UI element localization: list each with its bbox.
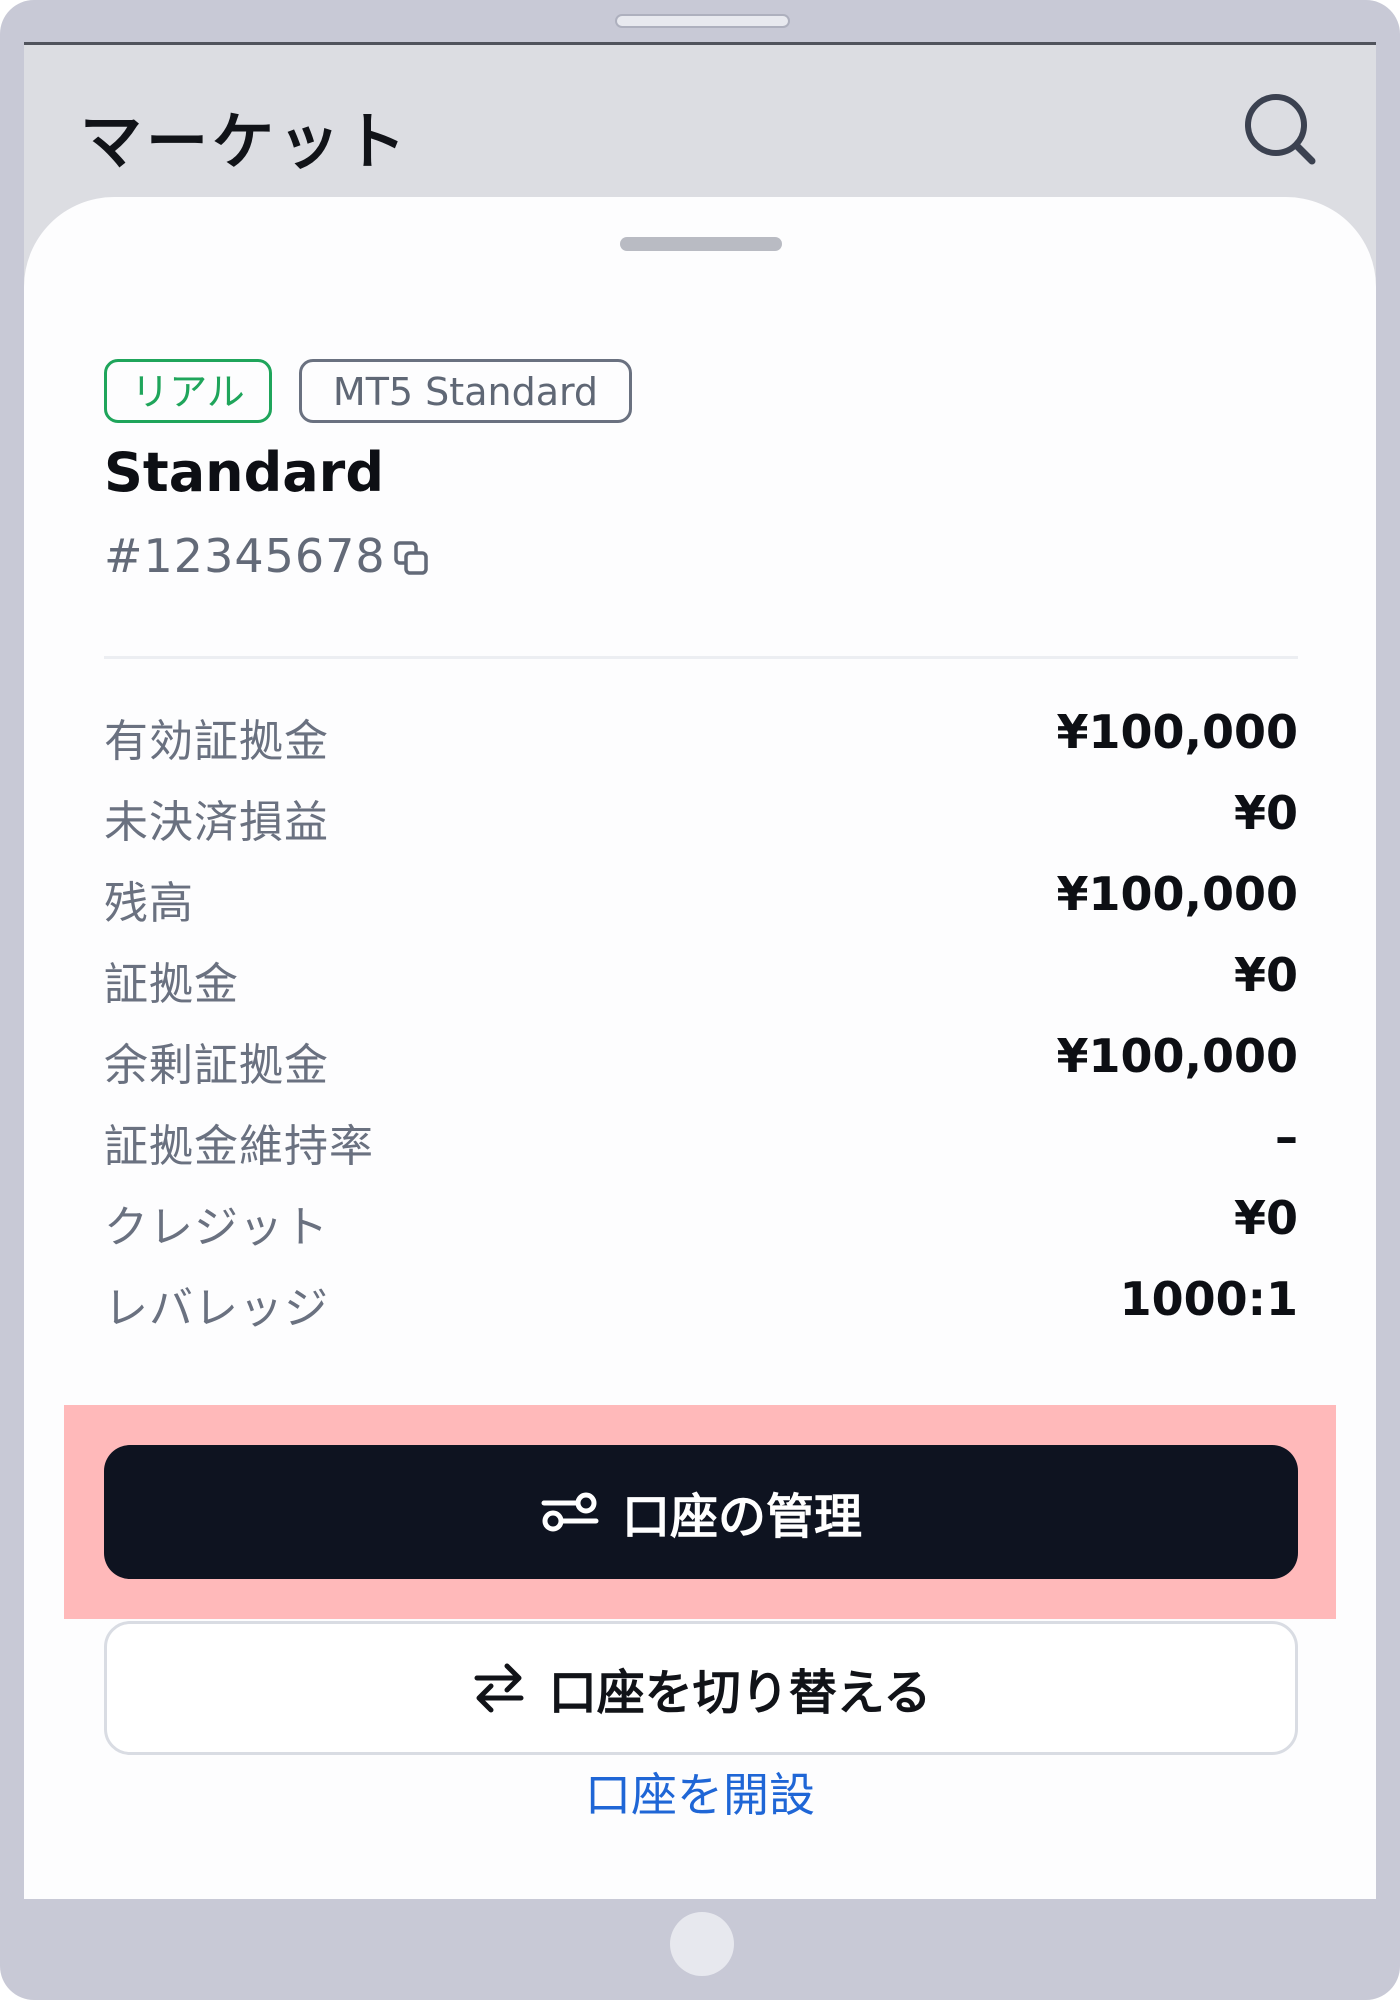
copy-icon (394, 541, 428, 575)
detail-label: 未決済損益 (104, 797, 329, 848)
settings-sliders-icon (541, 1492, 599, 1532)
copy-account-number-button[interactable] (392, 539, 432, 579)
account-details-list: 有効証拠金 ¥100,000 未決済損益 ¥0 残高 ¥100,000 証拠金 … (104, 697, 1298, 1345)
detail-value: ¥0 (1233, 1191, 1298, 1245)
app-header: マーケット (24, 45, 1376, 195)
detail-label: 証拠金維持率 (104, 1121, 374, 1172)
detail-row-leverage: レバレッジ 1000:1 (104, 1264, 1298, 1345)
detail-value: ¥100,000 (1056, 705, 1298, 759)
account-name: Standard (104, 441, 384, 504)
detail-row-floating-pl: 未決済損益 ¥0 (104, 778, 1298, 859)
divider (104, 656, 1298, 659)
search-icon (1245, 94, 1316, 165)
account-type-tag: MT5 Standard (299, 359, 632, 423)
detail-row-equity: 有効証拠金 ¥100,000 (104, 697, 1298, 778)
detail-row-credit: クレジット ¥0 (104, 1183, 1298, 1264)
detail-label: クレジット (104, 1202, 329, 1253)
account-number: #12345678 (104, 529, 386, 583)
sheet-drag-handle[interactable] (620, 237, 782, 251)
switch-account-button[interactable]: 口座を切り替える (104, 1621, 1298, 1755)
manage-account-label: 口座の管理 (621, 1489, 862, 1545)
detail-value: ¥0 (1233, 786, 1298, 840)
detail-label: レバレッジ (104, 1283, 329, 1334)
app-screen: マーケット リアル MT5 Standard Standard #1234567… (24, 42, 1376, 1899)
device-home-button[interactable] (670, 1912, 734, 1976)
page-title: マーケット (80, 105, 411, 178)
detail-label: 残高 (104, 878, 194, 929)
detail-row-margin: 証拠金 ¥0 (104, 940, 1298, 1021)
detail-row-balance: 残高 ¥100,000 (104, 859, 1298, 940)
switch-account-label: 口座を切り替える (548, 1665, 932, 1721)
swap-arrows-icon (474, 1663, 524, 1713)
detail-value: ¥0 (1233, 948, 1298, 1002)
device-frame: マーケット リアル MT5 Standard Standard #1234567… (0, 0, 1400, 2000)
search-button[interactable] (1240, 89, 1322, 171)
open-account-link[interactable]: 口座を開設 (24, 1759, 1376, 1825)
detail-value: ¥100,000 (1056, 867, 1298, 921)
device-speaker (615, 14, 790, 28)
detail-label: 有効証拠金 (104, 716, 329, 767)
detail-row-free-margin: 余剰証拠金 ¥100,000 (104, 1021, 1298, 1102)
detail-value: 1000:1 (1119, 1272, 1298, 1326)
detail-value: – (1275, 1110, 1298, 1164)
detail-row-margin-level: 証拠金維持率 – (104, 1102, 1298, 1183)
manage-account-button[interactable]: 口座の管理 (104, 1445, 1298, 1579)
detail-label: 余剰証拠金 (104, 1040, 329, 1091)
account-bottom-sheet: リアル MT5 Standard Standard #12345678 有効証拠… (24, 197, 1376, 1899)
detail-value: ¥100,000 (1056, 1029, 1298, 1083)
detail-label: 証拠金 (104, 959, 239, 1010)
real-account-tag: リアル (104, 359, 272, 423)
